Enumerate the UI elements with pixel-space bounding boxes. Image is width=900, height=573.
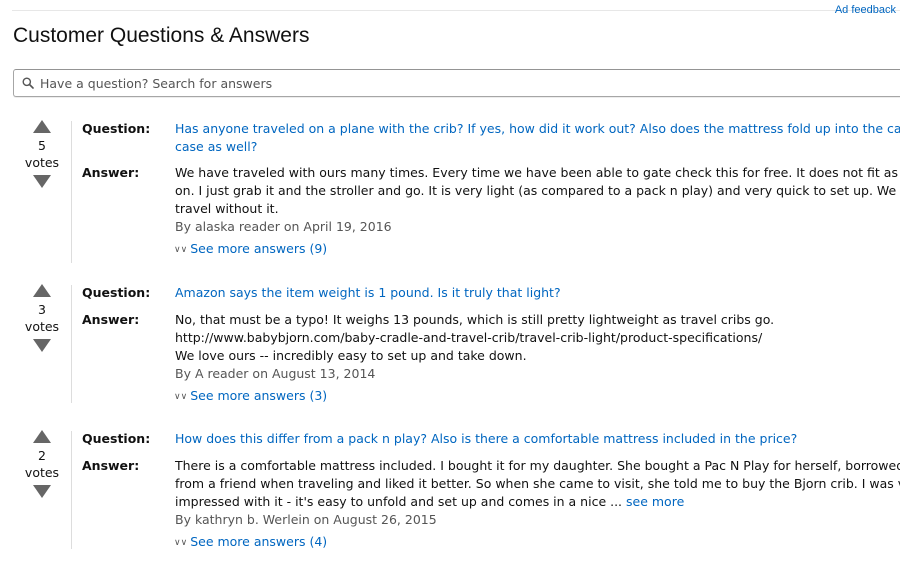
ad-feedback-link[interactable]: Ad feedback xyxy=(835,4,896,16)
search-input[interactable] xyxy=(40,72,740,94)
votes-label: votes xyxy=(24,465,60,480)
see-more-answers-link[interactable]: ∨∨ See more answers (9) xyxy=(174,241,327,256)
question-text: How does this differ from a pack n play?… xyxy=(175,430,900,448)
double-chevron-down-icon: ∨∨ xyxy=(174,245,188,255)
answer-line: http://www.babybjorn.com/baby-cradle-and… xyxy=(175,330,763,345)
answer-label: Answer: xyxy=(82,165,140,180)
answer-line-with-see-more: impressed with it - it's easy to unfold … xyxy=(175,493,900,511)
votes-label: votes xyxy=(24,319,60,334)
answer-text: No, that must be a typo! It weighs 13 po… xyxy=(175,311,900,383)
answer-label: Answer: xyxy=(82,312,140,327)
answer-line: We love ours -- incredibly easy to set u… xyxy=(175,348,527,363)
double-chevron-down-icon: ∨∨ xyxy=(174,392,188,402)
search-icon xyxy=(22,77,34,89)
question-text: Has anyone traveled on a plane with the … xyxy=(175,120,900,156)
question-text: Amazon says the item weight is 1 pound. … xyxy=(175,284,900,302)
answer-line: No, that must be a typo! It weighs 13 po… xyxy=(175,312,775,327)
question-label: Question: xyxy=(82,285,151,300)
vote-widget: 5 votes xyxy=(22,120,62,188)
answer-line: We have traveled with ours many times. E… xyxy=(175,165,900,180)
vote-divider xyxy=(71,285,72,403)
question-link[interactable]: case as well? xyxy=(175,138,900,156)
see-more-answers-label: See more answers (4) xyxy=(190,534,328,549)
upvote-arrow-icon[interactable] xyxy=(33,430,51,443)
answer-line: from a friend when traveling and liked i… xyxy=(175,476,900,491)
answer-text: There is a comfortable mattress included… xyxy=(175,457,900,529)
question-link[interactable]: Amazon says the item weight is 1 pound. … xyxy=(175,284,900,302)
answer-line: There is a comfortable mattress included… xyxy=(175,458,900,473)
votes-label: votes xyxy=(24,155,60,170)
double-chevron-down-icon: ∨∨ xyxy=(174,538,188,548)
vote-widget: 2 votes xyxy=(22,430,62,498)
downvote-arrow-icon[interactable] xyxy=(33,175,51,188)
answer-byline: By kathryn b. Werlein on August 26, 2015 xyxy=(175,512,437,527)
downvote-arrow-icon[interactable] xyxy=(33,339,51,352)
vote-count: 2 xyxy=(38,448,46,463)
answer-byline: By A reader on August 13, 2014 xyxy=(175,366,376,381)
vote-divider xyxy=(71,431,72,549)
vote-divider xyxy=(71,121,72,263)
question-label: Question: xyxy=(82,431,151,446)
vote-count: 5 xyxy=(38,138,46,153)
page-title: Customer Questions & Answers xyxy=(13,24,310,47)
see-more-link[interactable]: see more xyxy=(626,494,684,509)
see-more-answers-label: See more answers (9) xyxy=(190,241,328,256)
vote-count: 3 xyxy=(38,302,46,317)
question-link[interactable]: How does this differ from a pack n play?… xyxy=(175,430,900,448)
downvote-arrow-icon[interactable] xyxy=(33,485,51,498)
search-box[interactable] xyxy=(13,69,900,97)
see-more-answers-link[interactable]: ∨∨ See more answers (4) xyxy=(174,534,327,549)
answer-line: impressed with it - it's easy to unfold … xyxy=(175,494,623,509)
upvote-arrow-icon[interactable] xyxy=(33,120,51,133)
answer-line: on. I just grab it and the stroller and … xyxy=(175,183,900,198)
top-divider: Ad feedback xyxy=(12,4,900,16)
question-link[interactable]: Has anyone traveled on a plane with the … xyxy=(175,120,900,138)
answer-text: We have traveled with ours many times. E… xyxy=(175,164,900,236)
vote-widget: 3 votes xyxy=(22,284,62,352)
answer-label: Answer: xyxy=(82,458,140,473)
answer-byline: By alaska reader on April 19, 2016 xyxy=(175,219,392,234)
upvote-arrow-icon[interactable] xyxy=(33,284,51,297)
question-label: Question: xyxy=(82,121,151,136)
see-more-answers-label: See more answers (3) xyxy=(190,388,328,403)
answer-line: travel without it. xyxy=(175,201,279,216)
see-more-answers-link[interactable]: ∨∨ See more answers (3) xyxy=(174,388,327,403)
